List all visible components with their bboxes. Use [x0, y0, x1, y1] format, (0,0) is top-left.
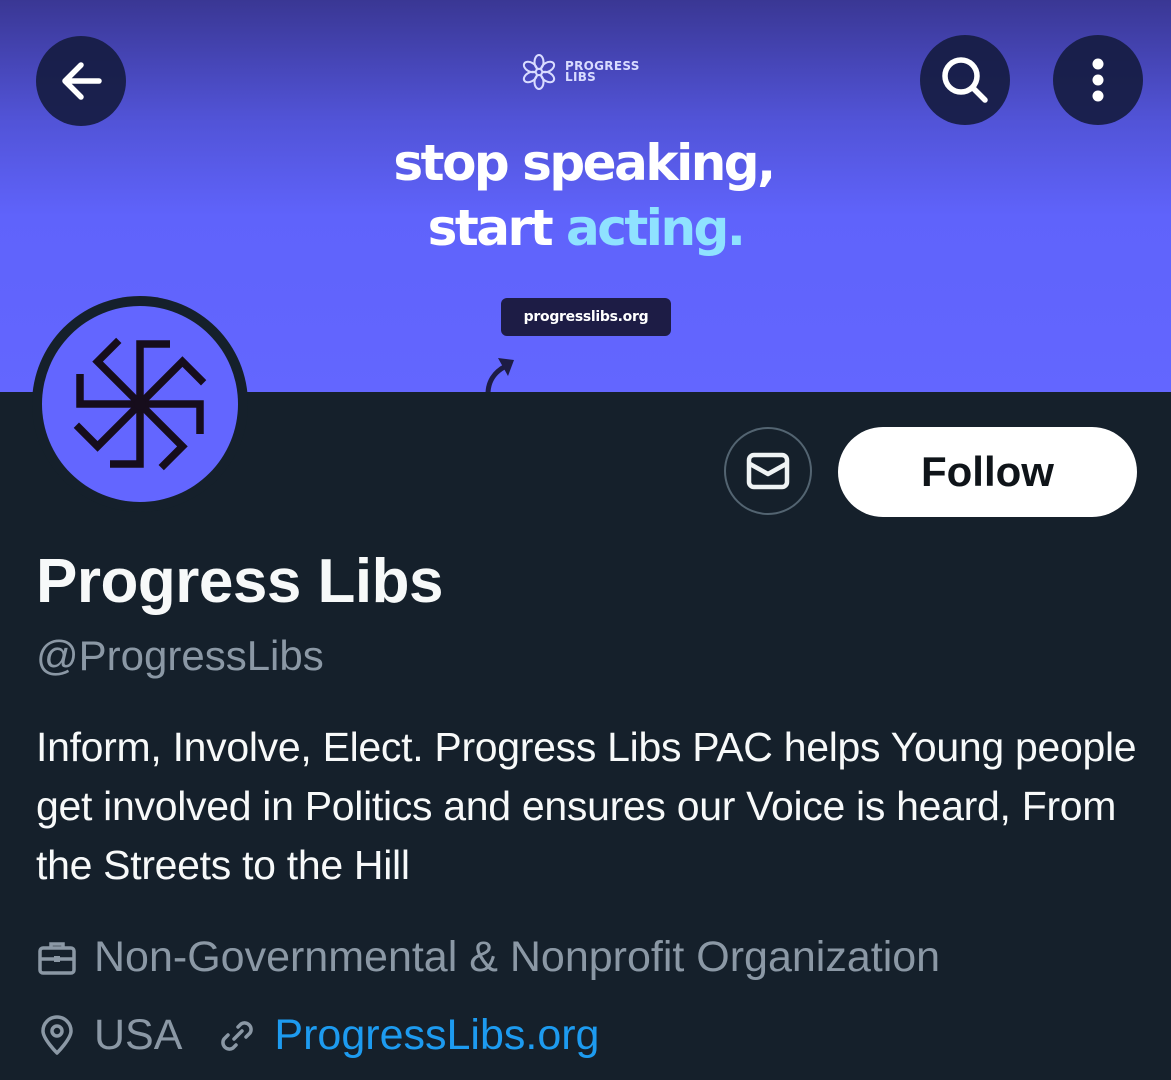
headline-line1-text: stop speaking,: [393, 134, 776, 192]
sun-wheel-symbol-icon: [73, 337, 207, 471]
banner-logo-line2: LIBS: [565, 70, 597, 84]
profile-category: Non-Governmental & Nonprofit Organizatio…: [94, 933, 941, 981]
curved-arrow-icon: [485, 358, 514, 392]
back-button[interactable]: [36, 36, 126, 126]
profile-category-row: Non-Governmental & Nonprofit Organizatio…: [36, 933, 940, 982]
banner-url-pill: progresslibs.org: [501, 298, 671, 336]
profile-location: USA: [94, 1011, 183, 1059]
message-button[interactable]: [724, 427, 812, 515]
profile-bio: Inform, Involve, Elect. Progress Libs PA…: [36, 724, 1137, 888]
profile-name: Progress Libs: [36, 547, 443, 616]
more-button[interactable]: [1053, 35, 1143, 125]
envelope-icon: [746, 452, 790, 490]
link-icon: [216, 1015, 258, 1057]
headline-line2-accent: acting.: [566, 199, 746, 257]
briefcase-icon: [36, 937, 78, 979]
search-button[interactable]: [920, 35, 1010, 125]
banner-headline-line2: start acting.: [0, 198, 1171, 258]
more-vertical-icon: [1092, 58, 1104, 102]
search-icon: [942, 57, 988, 103]
profile-handle: @ProgressLibs: [36, 632, 324, 679]
flower-logo-icon: [522, 54, 556, 90]
follow-button-label: Follow: [921, 448, 1054, 495]
follow-button[interactable]: Follow: [838, 427, 1137, 517]
banner-headline-line1: stop speaking,: [0, 133, 1169, 193]
headline-line2-start: start: [427, 199, 554, 257]
profile-location-row: USA ProgressLibs.org: [36, 1011, 599, 1060]
banner-url-text: progresslibs.org: [523, 309, 649, 325]
banner-logo: PROGRESS LIBS: [519, 52, 640, 92]
profile-page: PROGRESS LIBS stop speaking, start actin…: [0, 0, 1171, 1080]
avatar-image: [42, 306, 238, 502]
location-pin-icon: [36, 1014, 78, 1057]
avatar[interactable]: [32, 296, 248, 512]
arrow-left-icon: [62, 62, 102, 100]
profile-website-link[interactable]: ProgressLibs.org: [274, 1011, 599, 1060]
